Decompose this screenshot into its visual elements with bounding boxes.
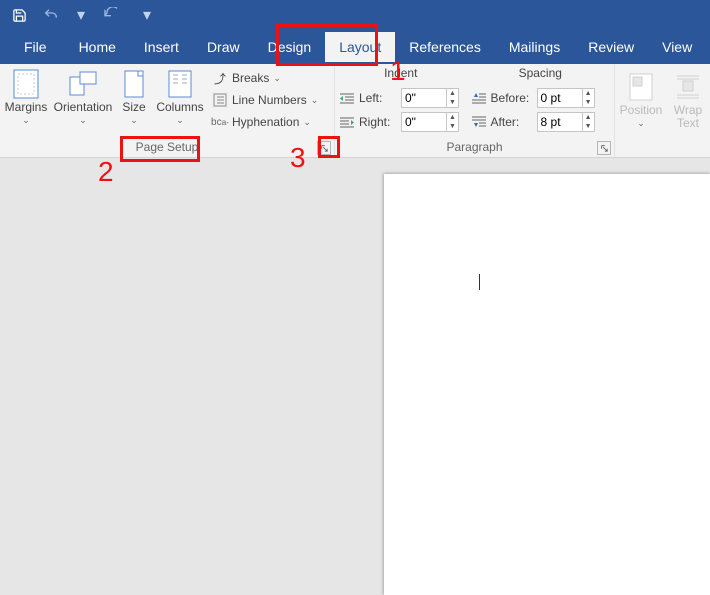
- ribbon: Margins ⌄ Orientation ⌄ Size ⌄: [0, 64, 710, 158]
- spacing-before-label: Before:: [491, 91, 533, 105]
- spin-up-icon[interactable]: ▲: [583, 113, 594, 122]
- tab-view[interactable]: View: [648, 32, 706, 62]
- document-page[interactable]: [384, 174, 710, 595]
- indent-left-icon: [339, 90, 355, 106]
- quick-access-toolbar: ▾ ▾: [0, 0, 710, 30]
- spin-down-icon[interactable]: ▼: [447, 122, 458, 131]
- indent-left-input[interactable]: ▲▼: [401, 88, 459, 108]
- size-icon: [123, 67, 145, 101]
- tab-home[interactable]: Home: [65, 32, 130, 62]
- orientation-icon: [68, 67, 98, 101]
- chevron-down-icon: ⌄: [130, 115, 138, 126]
- indent-left-label: Left:: [359, 91, 397, 105]
- paragraph-dialog-launcher[interactable]: [597, 141, 611, 155]
- annotation-label-2: 2: [98, 156, 114, 188]
- chevron-down-icon: ⌄: [273, 73, 281, 84]
- hyphenation-button[interactable]: bca- Hyphenation ⌄: [206, 111, 324, 133]
- margins-icon: [12, 67, 40, 101]
- spin-up-icon[interactable]: ▲: [447, 113, 458, 122]
- breaks-icon: ⤴: [212, 70, 228, 86]
- orientation-button[interactable]: Orientation ⌄: [52, 64, 114, 138]
- tab-layout[interactable]: Layout: [325, 32, 395, 62]
- save-icon[interactable]: [10, 6, 28, 24]
- tab-design[interactable]: Design: [254, 32, 326, 62]
- line-numbers-button[interactable]: Line Numbers ⌄: [206, 89, 324, 111]
- chevron-down-icon: ⌄: [311, 95, 319, 106]
- tab-help[interactable]: Help: [706, 32, 710, 62]
- wrap-text-icon: [675, 70, 701, 104]
- text-cursor: [479, 274, 480, 290]
- tab-review[interactable]: Review: [574, 32, 648, 62]
- spin-down-icon[interactable]: ▼: [583, 122, 594, 131]
- wrap-text-button: Wrap Text: [667, 67, 709, 138]
- group-label-paragraph: Paragraph: [335, 138, 614, 157]
- margins-button[interactable]: Margins ⌄: [0, 64, 52, 138]
- undo-icon[interactable]: [42, 6, 60, 24]
- line-numbers-icon: [212, 92, 228, 108]
- spacing-after-label: After:: [491, 115, 533, 129]
- annotation-label-1: 1: [390, 55, 406, 87]
- breaks-button[interactable]: ⤴ Breaks ⌄: [206, 67, 324, 89]
- tab-insert[interactable]: Insert: [130, 32, 193, 62]
- spacing-after-icon: [471, 114, 487, 130]
- columns-button[interactable]: Columns ⌄: [154, 64, 206, 138]
- size-button[interactable]: Size ⌄: [114, 64, 154, 138]
- spin-up-icon[interactable]: ▲: [583, 89, 594, 98]
- chevron-down-icon: ⌄: [22, 115, 30, 126]
- customize-qat-icon[interactable]: ▾: [140, 7, 154, 23]
- spacing-after-input[interactable]: ▲▼: [537, 112, 595, 132]
- indent-right-input[interactable]: ▲▼: [401, 112, 459, 132]
- annotation-label-3: 3: [290, 142, 306, 174]
- tab-references[interactable]: References: [395, 32, 495, 62]
- indent-right-icon: [339, 114, 355, 130]
- columns-icon: [167, 67, 193, 101]
- spin-down-icon[interactable]: ▼: [447, 98, 458, 107]
- undo-dropdown-icon[interactable]: ▾: [74, 7, 88, 23]
- position-button: Position ⌄: [615, 67, 667, 138]
- chevron-down-icon: ⌄: [176, 115, 184, 126]
- tab-file[interactable]: File: [10, 32, 65, 62]
- spin-down-icon[interactable]: ▼: [583, 98, 594, 107]
- chevron-down-icon: ⌄: [637, 118, 645, 129]
- group-label-page-setup: Page Setup: [0, 138, 334, 157]
- group-page-setup: Margins ⌄ Orientation ⌄ Size ⌄: [0, 64, 335, 157]
- hyphenation-icon: bca-: [212, 114, 228, 130]
- chevron-down-icon: ⌄: [79, 115, 87, 126]
- chevron-down-icon: ⌄: [303, 117, 311, 128]
- page-setup-dialog-launcher[interactable]: [317, 141, 331, 155]
- indent-right-label: Right:: [359, 115, 397, 129]
- tab-draw[interactable]: Draw: [193, 32, 254, 62]
- spacing-before-input[interactable]: ▲▼: [537, 88, 595, 108]
- redo-icon[interactable]: [102, 6, 120, 24]
- group-arrange: Position ⌄ Wrap Text: [615, 64, 710, 157]
- tab-mailings[interactable]: Mailings: [495, 32, 574, 62]
- spacing-before-icon: [471, 90, 487, 106]
- position-icon: [628, 70, 654, 104]
- spin-up-icon[interactable]: ▲: [447, 89, 458, 98]
- spacing-header: Spacing: [467, 66, 614, 86]
- menu-bar: File Home Insert Draw Design Layout Refe…: [0, 30, 710, 64]
- group-paragraph: Indent Left: ▲▼ Right:: [335, 64, 615, 157]
